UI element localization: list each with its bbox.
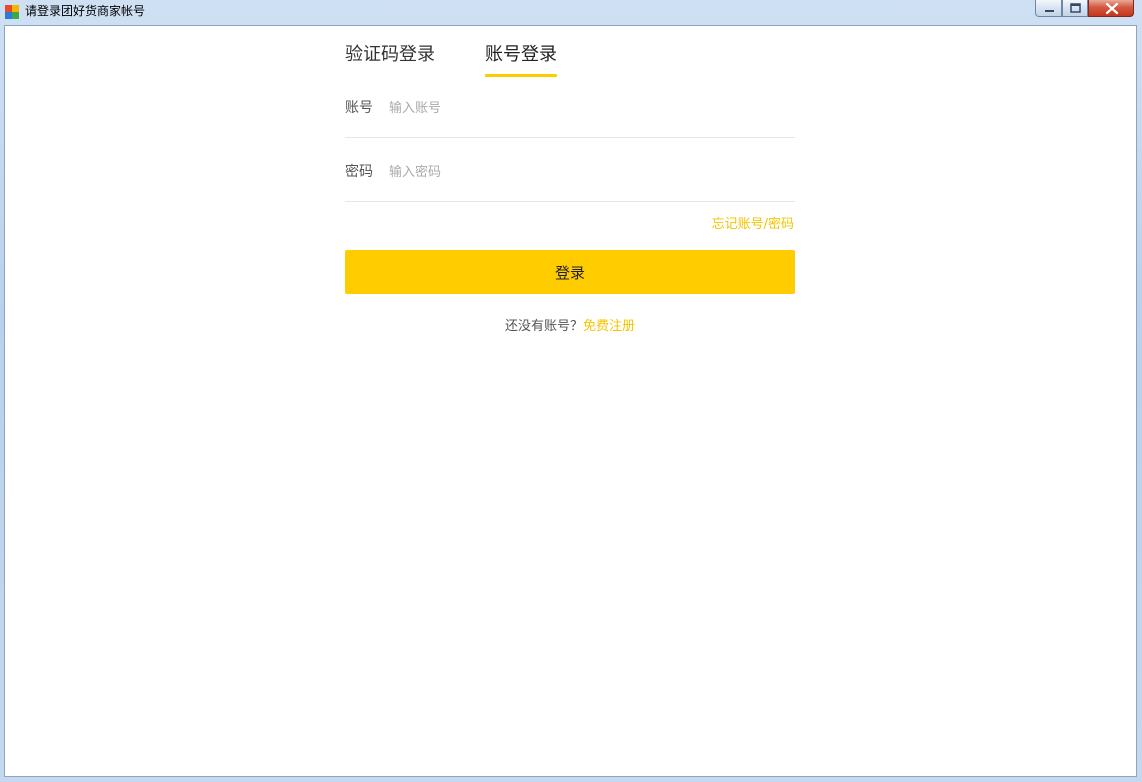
password-label: 密码 — [345, 164, 373, 180]
tab-account-login[interactable]: 账号登录 — [485, 42, 557, 68]
minimize-icon — [1045, 10, 1054, 12]
minimize-button[interactable] — [1035, 0, 1062, 17]
login-window: 请登录团好货商家帐号 验证码登录 账号登录 账号 密码 — [0, 0, 1142, 782]
account-input[interactable] — [389, 96, 789, 120]
register-prompt-text: 还没有账号？ — [504, 319, 583, 334]
account-label: 账号 — [345, 100, 373, 116]
password-field-row: 密码 — [345, 150, 795, 194]
maximize-icon — [1070, 3, 1081, 13]
free-register-link[interactable]: 免费注册 — [583, 319, 635, 334]
close-icon — [1105, 2, 1119, 15]
maximize-button[interactable] — [1062, 0, 1088, 17]
password-input[interactable] — [389, 160, 789, 184]
active-tab-indicator — [485, 74, 557, 77]
login-panel: 验证码登录 账号登录 账号 密码 忘记账号/密码 登录 还没有账号？免费注册 — [4, 25, 1137, 777]
account-divider — [345, 137, 795, 138]
account-field-row: 账号 — [345, 86, 795, 130]
password-divider — [345, 201, 795, 202]
close-button[interactable] — [1088, 0, 1134, 17]
login-button[interactable]: 登录 — [345, 250, 795, 294]
window-title: 请登录团好货商家帐号 — [25, 4, 146, 18]
tab-sms-login[interactable]: 验证码登录 — [345, 42, 435, 68]
app-grid-icon — [5, 4, 19, 19]
forgot-account-password-link[interactable]: 忘记账号/密码 — [712, 216, 794, 234]
register-prompt-line: 还没有账号？免费注册 — [345, 318, 795, 336]
title-bar[interactable]: 请登录团好货商家帐号 — [0, 0, 1142, 25]
